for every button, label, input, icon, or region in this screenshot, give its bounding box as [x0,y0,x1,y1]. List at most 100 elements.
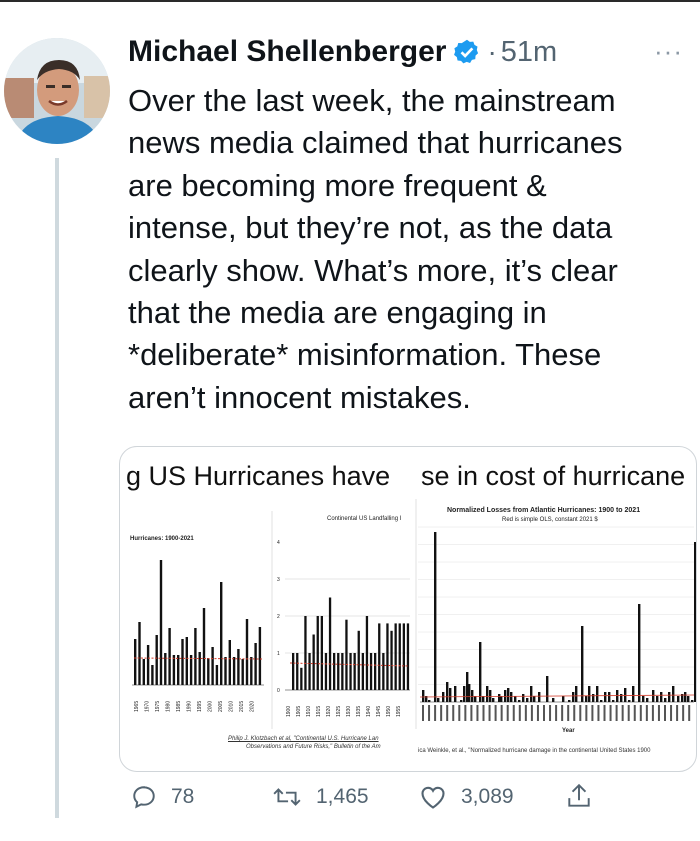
panel1-bar [228,640,231,685]
panel1-bar [198,652,201,685]
panel1-x-tick: 1965 [134,701,140,712]
panel2-x-tick: 1940 [366,706,372,717]
panel3-bar [538,692,541,702]
retweet-count: 1,465 [316,785,369,808]
panel1-bar [254,643,257,685]
panel1-x-tick: 1985 [176,701,182,712]
avatar[interactable] [4,38,110,144]
panel1-x-tick: 2015 [239,701,245,712]
panel2-x-tick: 1925 [336,706,342,717]
panel2-credit-line1: Philip J. Klotzbach et al, "Continental … [228,736,379,742]
panel3-bar [687,696,690,702]
panel2-bar [390,630,393,690]
panel3-bar [668,692,671,702]
panel2-y-tick: 4 [277,540,280,546]
panel2-y-tick: 1 [277,651,280,657]
panel2-bar [324,653,328,690]
panel2-bar [378,623,381,690]
panel3-bar [652,690,655,702]
panel1-bar [232,657,236,685]
panel1-bar [159,560,163,685]
panel3-x-tick [573,705,576,721]
panel3-bar [552,698,555,702]
panel3-bar [454,686,457,702]
panel1-x-tick: 1970 [145,701,151,712]
panel1-bar [181,639,184,685]
panel3-x-tick [458,705,461,721]
panel3-x-tick [518,705,521,721]
panel3-x-tick [446,705,449,721]
panel3-x-tick [506,705,509,721]
panel3-x-tick [682,705,685,721]
media-attachment[interactable]: g US Hurricanes have se in cost of hurri… [119,446,697,772]
panel3-x-tick [482,705,485,721]
timestamp[interactable]: 51m [501,36,557,69]
panel3-x-tick [428,705,431,721]
panel3-x-tick [651,705,654,721]
panel3-bar [562,696,565,702]
panel3-x-tick [434,705,437,721]
panel3-bar [500,696,503,702]
like-button[interactable]: 3,089 [419,784,514,810]
header-separator: · [487,36,497,67]
panel3-bar [422,690,425,702]
charts-canvas: 1965 1970 1975 1980 1985 1990 1995 2000 2005 2010… [132,499,696,729]
panel3-x-tick [524,705,527,721]
panel2-x-tick: 1910 [306,706,312,717]
panel2-x-tick: 1900 [286,706,292,717]
panel3-x-tick [609,705,612,721]
panel3-x-label: Year [562,728,575,734]
panel3-bar [507,688,510,702]
panel1-x-tick: 1990 [187,701,193,712]
panel2-y-tick: 0 [277,688,280,694]
author-name[interactable]: Michael Shellenberger [128,35,446,69]
panel3-bar [638,604,641,702]
panel3-x-tick [494,705,497,721]
panel3-bar [530,686,533,702]
tweet-line: that the media are engaging in [128,295,547,331]
panel1-bar [194,628,197,685]
panel1-x-tick: 1975 [155,701,161,712]
panel2-x-tick: 1955 [396,706,402,717]
panel2-bar [304,616,307,690]
panel1-x-tick: 2010 [229,701,235,712]
panel3-bar [642,696,645,702]
tweet-header: Michael Shellenberger · 51m [128,30,557,74]
panel2-bar [337,653,340,690]
panel1-bar [146,645,150,685]
panel1-bar [134,639,137,685]
panel1-bar [258,627,262,685]
panel3-x-tick [440,705,443,721]
panel2-x-tick: 1935 [356,706,362,717]
panel3-x-tick [512,705,515,721]
share-button[interactable] [566,782,606,810]
panel1-x-tick: 2005 [218,701,224,712]
panel2-bar [316,616,319,690]
reply-icon [133,786,155,809]
panel3-x-tick [488,705,491,721]
panel3-bar [489,690,492,702]
tweet-line: aren’t innocent mistakes. [128,379,471,415]
reply-button[interactable]: 78 [131,784,194,810]
panel3-x-tick [627,705,630,721]
panel3-bar [585,696,588,702]
panel1-bar [207,658,210,685]
panel1-bar [138,622,141,685]
thread-line [55,158,59,818]
panel1-bar [224,657,227,685]
panel3-bar [656,696,659,702]
panel2-bar [386,623,389,690]
top-divider [0,0,700,2]
panel3-bar [684,692,687,702]
panel3-x-tick [470,705,473,721]
panel2-bar [374,653,377,690]
panel3-x-tick [464,705,467,721]
panel1-bar [202,608,206,685]
panel2-x-tick: 1905 [296,706,302,717]
panel3-x-tick [555,705,558,721]
panel3-x-tick [597,705,600,721]
retweet-button[interactable]: 1,465 [272,784,369,810]
more-icon[interactable]: ··· [654,36,683,67]
panel2-trend-line [289,662,409,667]
panel3-bar [479,642,482,702]
